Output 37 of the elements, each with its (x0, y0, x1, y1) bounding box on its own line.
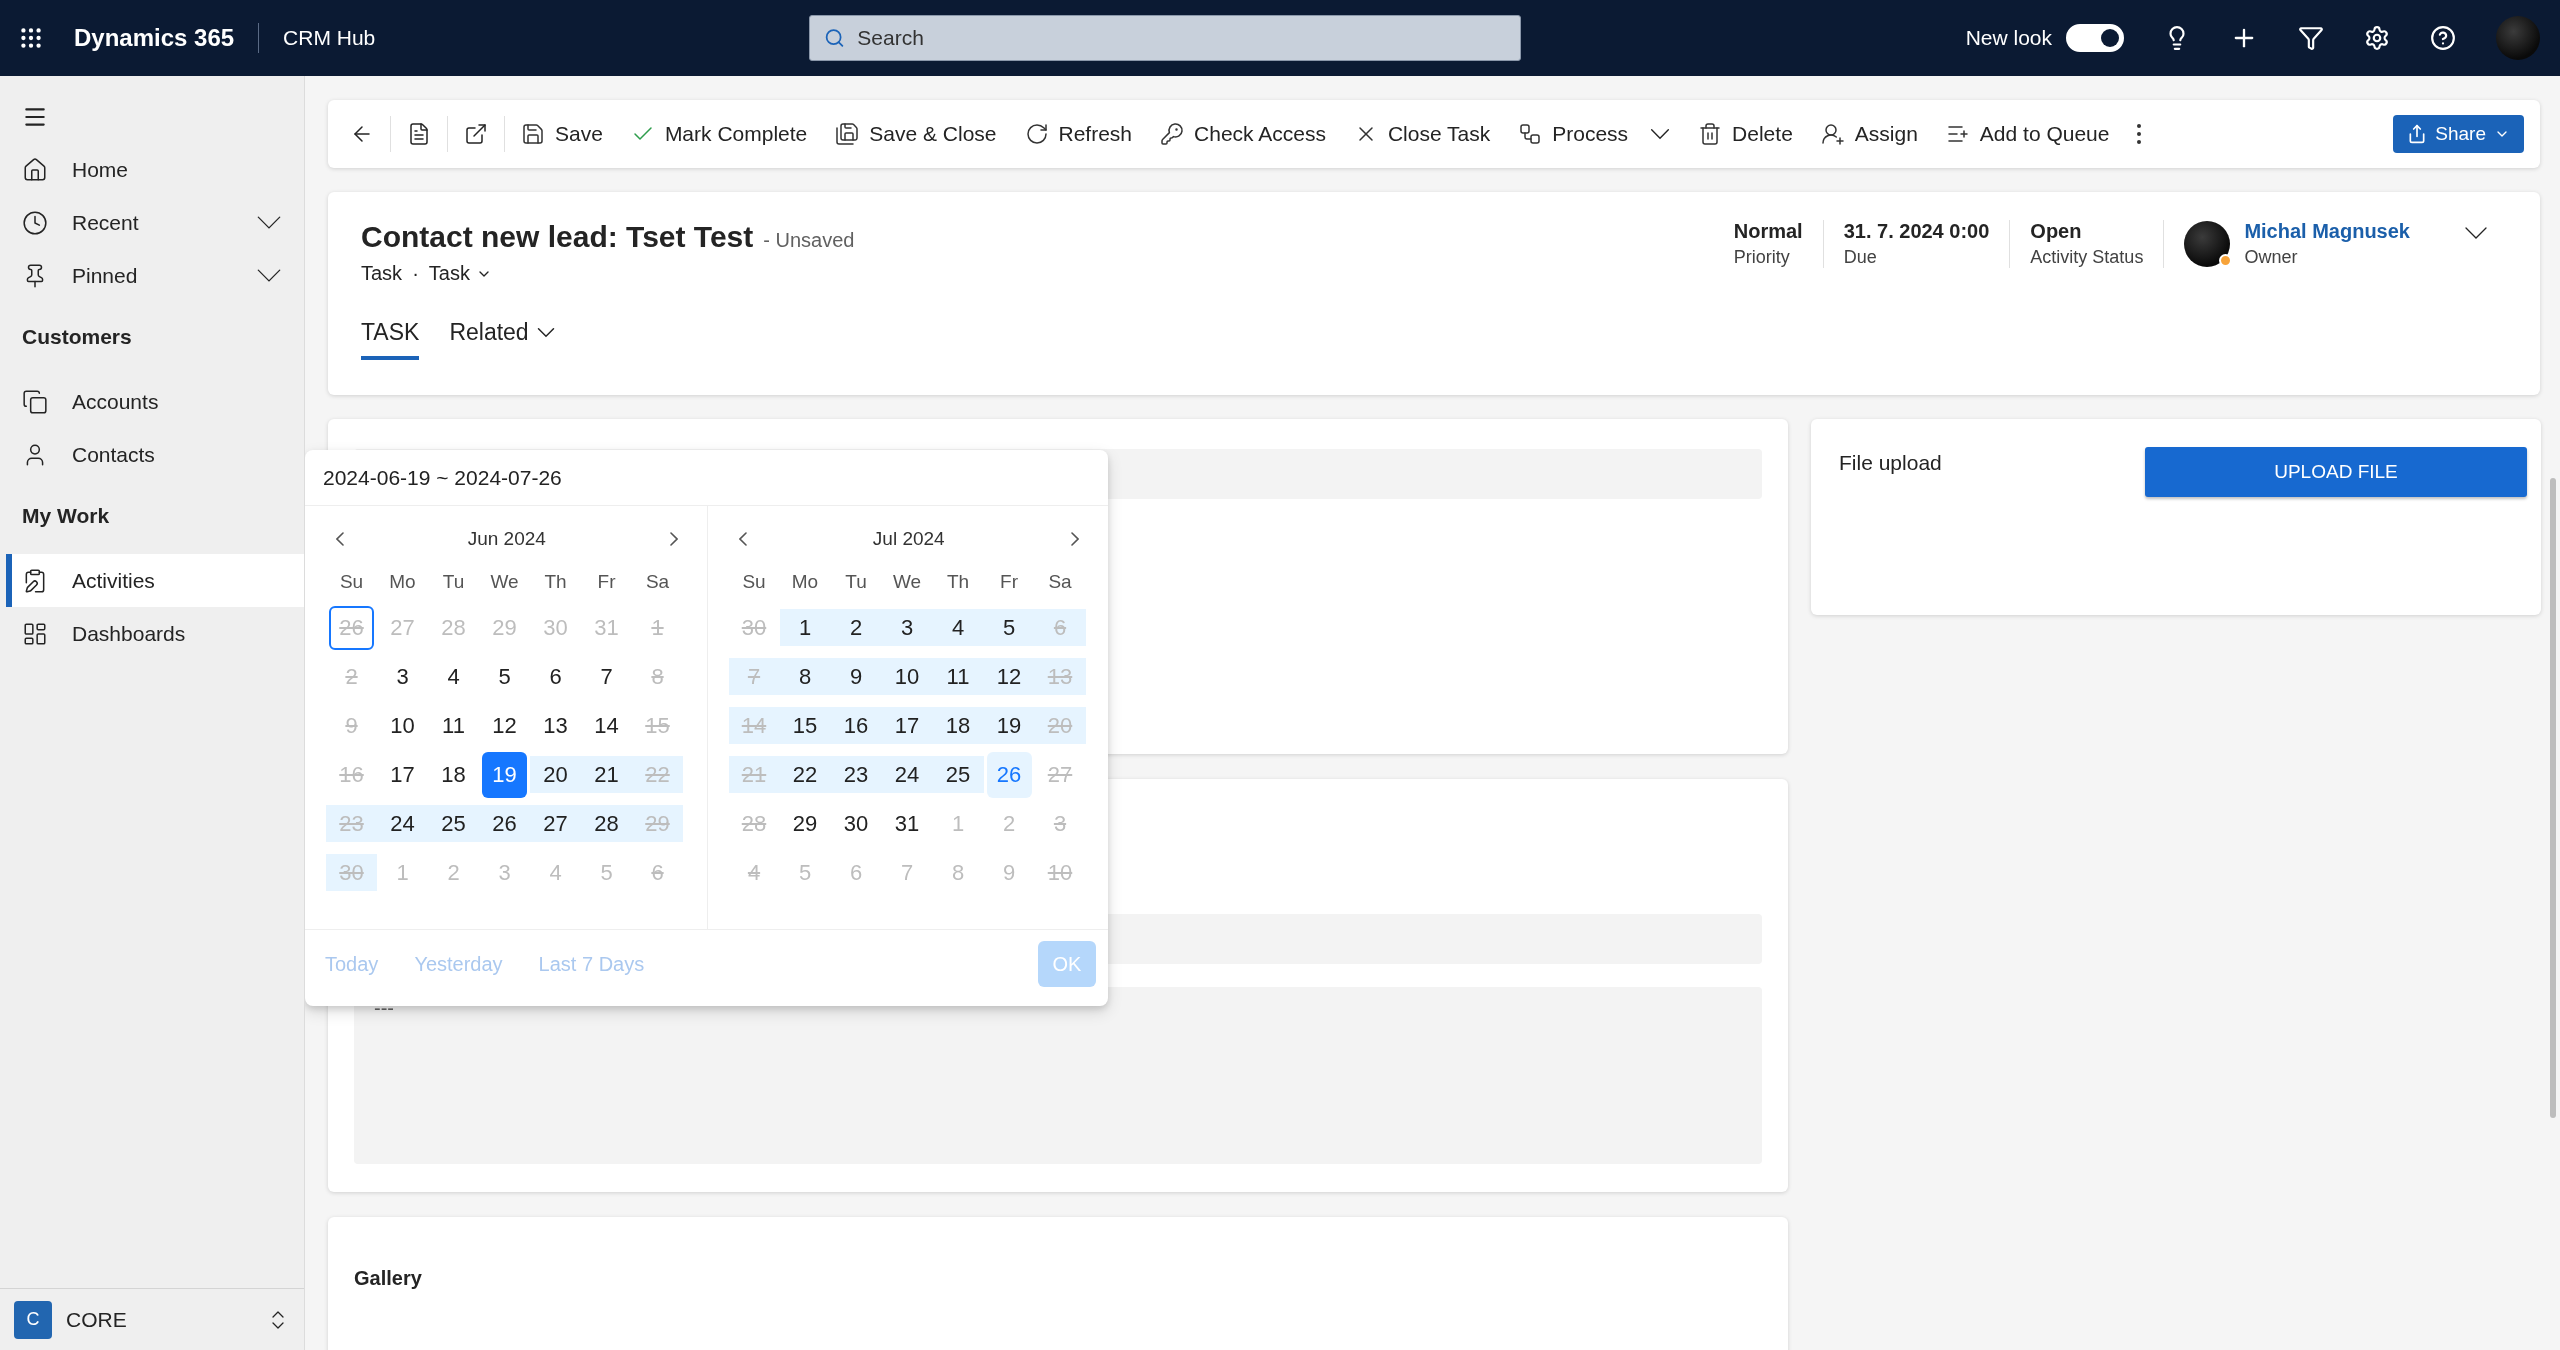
weekday-label: Tu (441, 570, 466, 594)
toggle-label: New look (1965, 26, 2052, 50)
separator-dot: · (412, 262, 419, 285)
field-label: Owner (2244, 247, 2299, 268)
weekday-label: We (891, 570, 923, 594)
weekday-label: Sa (1047, 570, 1073, 594)
date-range-text: 2024-06-19 ~ 2024-07-26 (323, 465, 562, 490)
section-title: Gallery (354, 1267, 423, 1290)
entity-name: Task (361, 262, 403, 285)
field-value: Open (2030, 220, 2083, 243)
area-badge: C (14, 1300, 52, 1339)
weekday-label: Mo (388, 570, 417, 594)
weekday-label: Sa (644, 570, 671, 594)
weekday-label: Fr (596, 570, 617, 594)
weekday-label: Su (741, 570, 767, 594)
month-title: Jun 2024 (467, 527, 546, 550)
weekday-label: Th (543, 570, 568, 594)
weekday-label: Fr (999, 570, 1019, 594)
field-label: Priority (1733, 247, 1791, 268)
save-status: - Unsaved (763, 229, 855, 252)
section-heading: My Work (21, 502, 111, 529)
weekday-label: We (489, 570, 520, 594)
field-value: 31. 7. 2024 0:00 (1843, 220, 1990, 243)
field-label: File upload (1839, 451, 1942, 475)
notes-text: --- (374, 997, 394, 1019)
field-value: Normal (1733, 220, 1803, 243)
field-label: Activity Status (2030, 247, 2144, 268)
weekday-label: Th (945, 570, 971, 594)
record-title: Contact new lead: Tset Test (361, 220, 754, 254)
weekday-label: Tu (844, 570, 868, 594)
field-label: Due (1843, 247, 1878, 268)
area-name: CORE (66, 1307, 128, 1332)
month-title: Jul 2024 (872, 527, 945, 550)
section-heading: Customers (21, 323, 133, 350)
app-name: Dynamics 365 (74, 24, 235, 52)
weekday-label: Su (338, 570, 365, 594)
weekday-label: Mo (790, 570, 820, 594)
